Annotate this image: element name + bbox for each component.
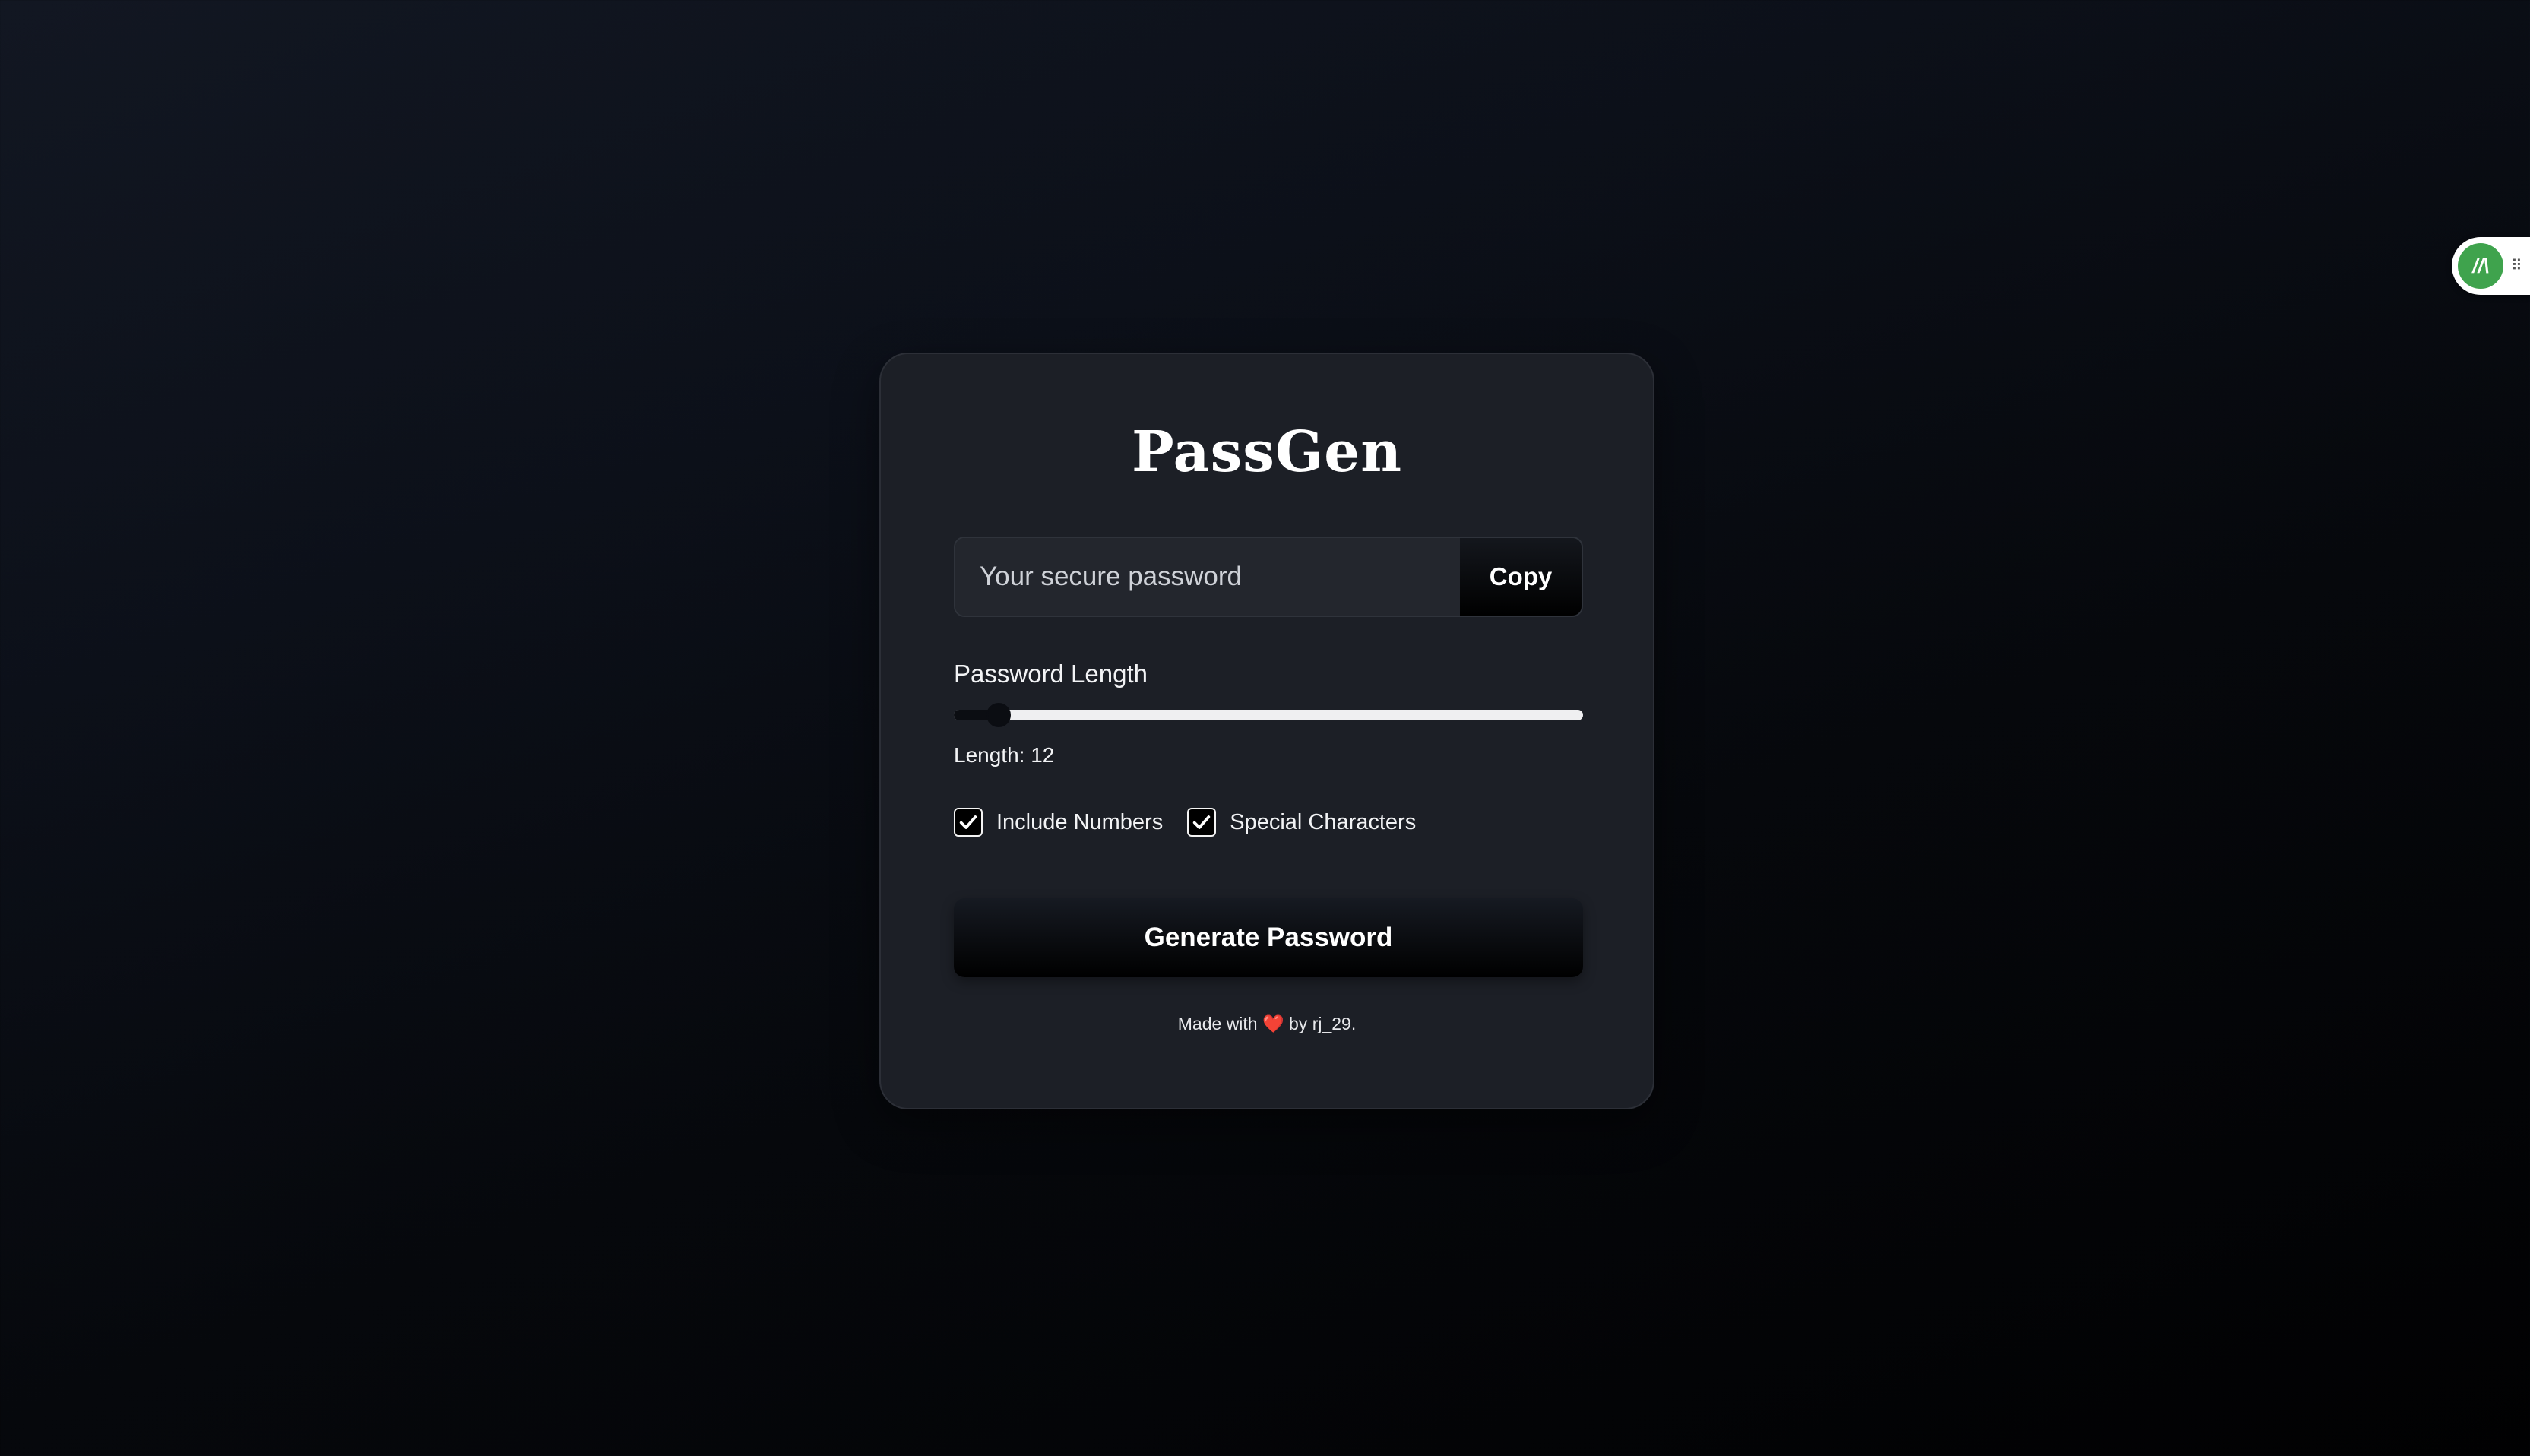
include-numbers-label: Include Numbers <box>996 809 1164 834</box>
include-numbers-checkbox[interactable] <box>954 808 983 837</box>
special-characters-option[interactable]: Special Characters <box>1187 808 1416 837</box>
checkmark-icon <box>959 815 977 829</box>
password-length-label: Password Length <box>954 660 1148 688</box>
footer-author: by rj_29. <box>1289 1014 1357 1033</box>
generate-password-button[interactable]: Generate Password <box>954 898 1583 977</box>
special-characters-checkbox[interactable] <box>1187 808 1217 837</box>
password-generator-card: PassGen Copy Password Length Length: 12 … <box>879 353 1654 1109</box>
footer-credit: Made with ❤️ by rj_29. <box>881 1014 1653 1034</box>
extension-logo-icon[interactable]: //\ <box>2458 243 2503 289</box>
copy-button[interactable]: Copy <box>1460 538 1582 616</box>
password-length-slider[interactable] <box>954 703 1583 727</box>
drag-handle-icon[interactable]: ⠿ <box>2511 255 2522 277</box>
special-characters-label: Special Characters <box>1230 809 1417 834</box>
heart-icon: ❤️ <box>1262 1014 1284 1033</box>
checkmark-icon <box>1193 815 1211 829</box>
app-title: PassGen <box>1131 419 1402 485</box>
footer-made-with: Made with <box>1177 1014 1258 1033</box>
password-output-row: Copy <box>954 537 1583 617</box>
options-group: Include Numbers Special Characters <box>954 807 1440 837</box>
password-output-field[interactable] <box>955 538 1460 616</box>
browser-extension-widget[interactable]: //\ ⠿ <box>2452 237 2530 295</box>
length-value-text: Length: 12 <box>954 743 1055 767</box>
include-numbers-option[interactable]: Include Numbers <box>954 808 1163 837</box>
slider-thumb[interactable] <box>986 703 1011 727</box>
